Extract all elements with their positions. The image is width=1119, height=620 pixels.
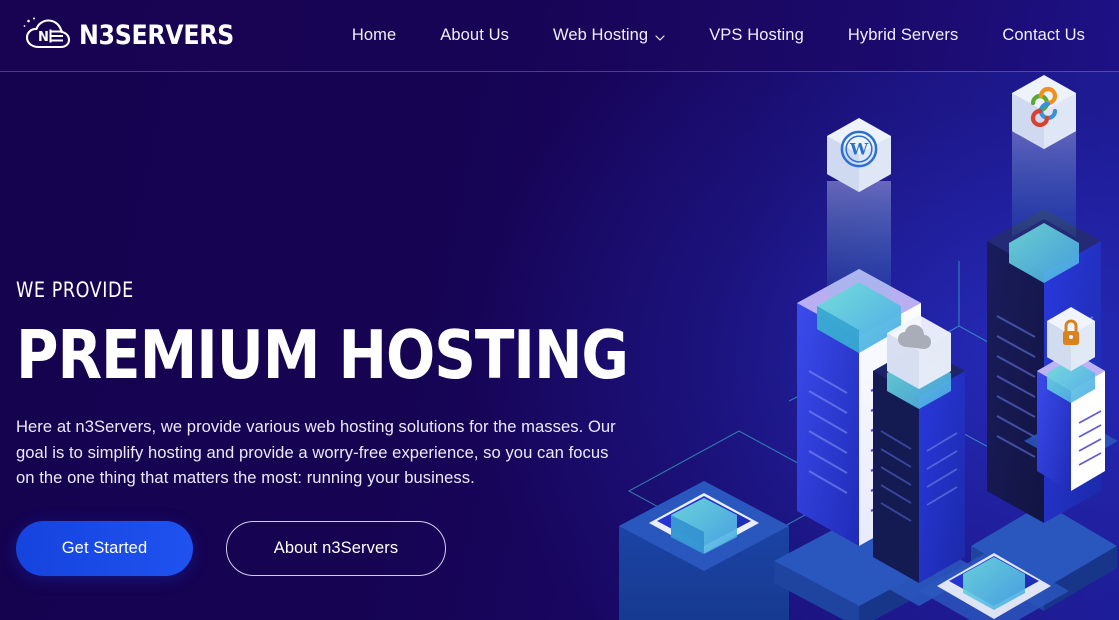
svg-text:W: W <box>849 140 869 159</box>
landing-page: N N3SERVERS Home About Us Web Hosting VP… <box>0 0 1119 620</box>
nav-label: Home <box>351 26 397 44</box>
nav-label: VPS Hosting <box>709 26 804 44</box>
get-started-button[interactable]: Get Started <box>16 520 193 576</box>
hero-content: WE PROVIDE PREMIUM HOSTING Here at n3Ser… <box>16 280 636 576</box>
hero-eyebrow: WE PROVIDE <box>16 278 134 302</box>
header-divider <box>0 71 1119 72</box>
brand-name: N3SERVERS <box>79 20 234 51</box>
hero-section: W WE PROVIDE PREMIUM HOSTING Here at n3S… <box>0 71 1119 620</box>
cloud-n3-icon: N <box>22 16 84 56</box>
nav-label: Hybrid Servers <box>847 26 959 44</box>
brand-logo[interactable]: N N3SERVERS <box>22 0 255 71</box>
chevron-down-icon <box>655 29 665 41</box>
nav-item-hybrid-servers[interactable]: Hybrid Servers <box>826 26 981 45</box>
nav-label: About Us <box>440 26 509 44</box>
hero-paragraph: Here at n3Servers, we provide various we… <box>16 417 616 487</box>
nav-item-web-hosting[interactable]: Web Hosting <box>531 26 687 45</box>
about-n3servers-label: About n3Servers <box>273 538 399 557</box>
nav-item-contact-us[interactable]: Contact Us <box>980 26 1107 45</box>
nav-item-home[interactable]: Home <box>330 26 418 45</box>
isometric-server-towers-illustration: W <box>619 71 1119 620</box>
get-started-label: Get Started <box>61 538 148 557</box>
site-header: N N3SERVERS Home About Us Web Hosting VP… <box>0 0 1119 71</box>
page-title: PREMIUM HOSTING <box>16 316 629 394</box>
about-n3servers-button[interactable]: About n3Servers <box>226 520 446 576</box>
nav-item-vps-hosting[interactable]: VPS Hosting <box>687 26 826 45</box>
main-navigation: Home About Us Web Hosting VPS Hosting Hy… <box>330 26 1107 45</box>
svg-text:N: N <box>38 30 49 45</box>
nav-label: Contact Us <box>1002 26 1085 44</box>
nav-item-about-us[interactable]: About Us <box>418 26 531 45</box>
hero-cta-row: Get Started About n3Servers <box>16 520 636 576</box>
nav-label: Web Hosting <box>552 26 649 44</box>
